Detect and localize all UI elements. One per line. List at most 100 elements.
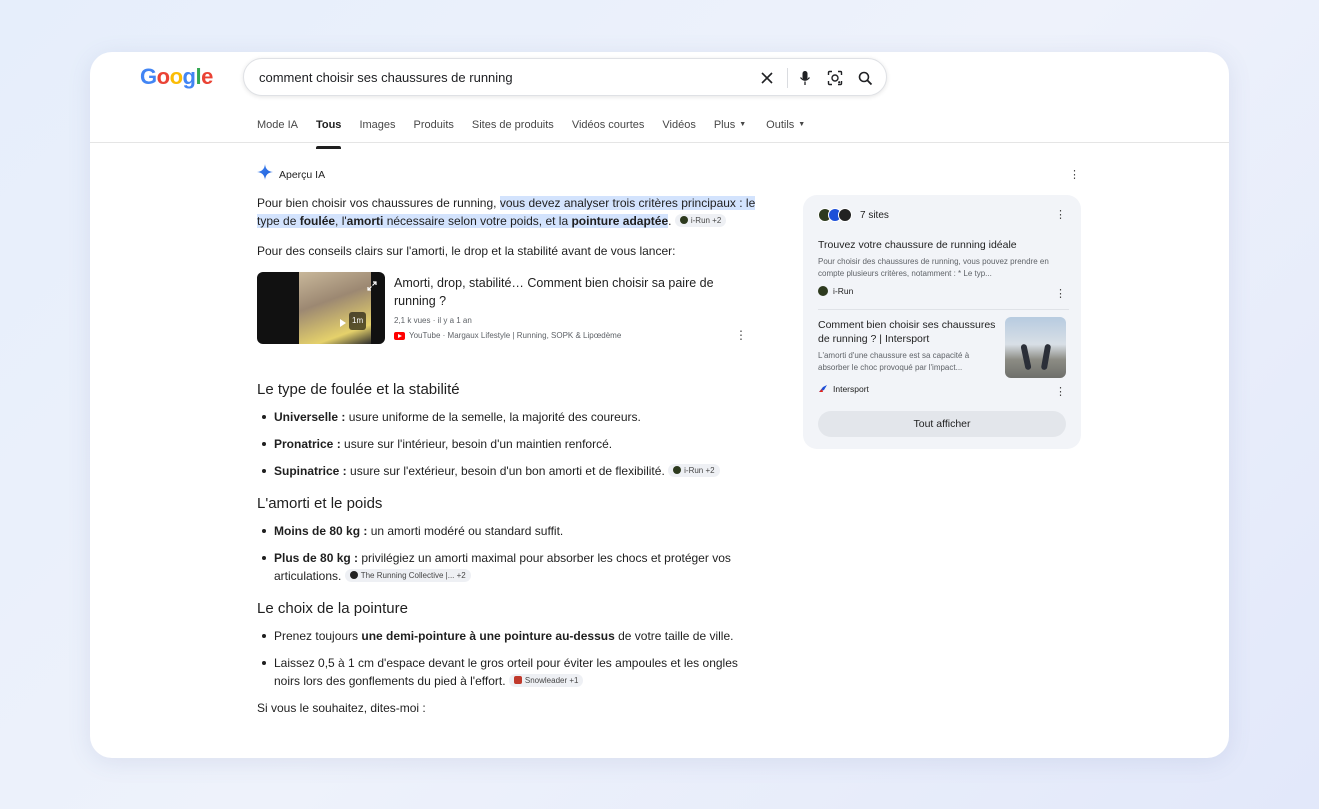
source-chip[interactable]: i-Run +2 [674, 213, 727, 227]
video-duration: 1m [349, 312, 367, 330]
tab-videos-courtes[interactable]: Vidéos courtes [572, 119, 645, 143]
more-options-icon[interactable]: ⋮ [1069, 168, 1080, 181]
tab-mode-ia[interactable]: Mode IA [257, 119, 298, 143]
ai-overview-title: Aperçu IA [279, 169, 326, 181]
source-card-site: i-Run [818, 286, 1068, 296]
source-chip[interactable]: The Running Collective |... +2 [344, 568, 471, 582]
irun-favicon-icon [679, 216, 688, 224]
search-icon[interactable] [855, 68, 875, 88]
source-card-snippet: L'amorti d'une chaussure est sa capacité… [818, 351, 970, 372]
video-title[interactable]: Amorti, drop, stabilité… Comment bien ch… [394, 274, 734, 310]
more-options-icon[interactable]: ⋮ [735, 326, 747, 344]
tab-label: Plus [713, 119, 736, 131]
ai-overview-header: Aperçu IA [257, 164, 757, 186]
tab-outils[interactable]: Outils ▼ [766, 119, 805, 143]
ai-closing-text: Si vous le souhaitez, dites-moi : [257, 701, 426, 715]
tab-label: Outils [766, 119, 795, 131]
runner-figure [1040, 343, 1052, 371]
video-source: YouTube · Margaux Lifestyle | Running, S… [394, 327, 621, 345]
item-text: usure sur l'extérieur, besoin d'un bon a… [346, 464, 665, 478]
search-input[interactable]: comment choisir ses chaussures de runnin… [259, 70, 513, 85]
intro-bold: pointure adaptée [571, 214, 669, 228]
tab-tous[interactable]: Tous [315, 119, 342, 149]
more-options-icon[interactable]: ⋮ [1055, 385, 1066, 398]
tab-label: Produits [413, 119, 454, 131]
sources-count: 7 sites [860, 209, 889, 221]
tab-produits[interactable]: Produits [414, 119, 454, 143]
list-item: Universelle : usure uniforme de la semel… [257, 408, 757, 426]
running-collective-favicon-icon [838, 208, 852, 222]
item-text: Laissez 0,5 à 1 cm d'espace devant le gr… [274, 656, 738, 688]
source-card[interactable]: Comment bien choisir ses chaussures de r… [818, 318, 1002, 394]
ai-intro-paragraph: Pour bien choisir vos chaussures de runn… [257, 194, 757, 230]
source-chip[interactable]: Snowleader +1 [508, 673, 584, 687]
camera-lens-icon[interactable] [825, 68, 845, 88]
item-text: usure sur l'intérieur, besoin d'un maint… [340, 437, 613, 451]
logo-letter: G [140, 64, 157, 89]
search-tabs: Mode IA Tous Images Produits Sites de pr… [257, 119, 823, 149]
source-card-image[interactable] [1005, 317, 1066, 378]
list-item: Supinatrice : usure sur l'extérieur, bes… [257, 462, 757, 480]
intro-text: Pour bien choisir vos chaussures de runn… [257, 196, 500, 210]
item-text: Prenez toujours [274, 629, 362, 643]
youtube-icon [394, 332, 405, 340]
header-divider [90, 142, 1229, 143]
bullet-list: Moins de 80 kg : un amorti modéré ou sta… [257, 522, 757, 585]
ai-lead-paragraph: Pour des conseils clairs sur l'amorti, l… [257, 244, 676, 258]
sources-favicons [818, 208, 852, 222]
item-bold: Plus de 80 kg : [274, 551, 359, 565]
intro-text: , l' [335, 214, 347, 228]
browser-window: Google comment choisir ses chaussures de… [90, 52, 1229, 758]
sources-panel: 7 sites ⋮ Trouvez votre chaussure de run… [803, 195, 1081, 449]
video-source-label: YouTube · Margaux Lifestyle | Running, S… [409, 331, 622, 340]
source-chip[interactable]: i-Run +2 [668, 463, 720, 477]
more-options-icon[interactable]: ⋮ [1055, 208, 1066, 221]
chip-label: i-Run +2 [690, 215, 722, 225]
tab-images[interactable]: Images [359, 119, 395, 143]
chip-label: The Running Collective |... +2 [360, 570, 466, 580]
expand-icon [367, 278, 377, 296]
video-thumbnail-image [299, 272, 371, 344]
running-collective-favicon-icon [349, 571, 358, 579]
tab-label: Mode IA [257, 119, 298, 131]
item-text: de votre taille de ville. [614, 629, 734, 643]
item-bold: Moins de 80 kg : [274, 524, 368, 538]
chip-label: Snowleader +1 [524, 675, 579, 685]
list-item: Pronatrice : usure sur l'intérieur, beso… [257, 435, 757, 453]
source-card[interactable]: Trouvez votre chaussure de running idéal… [818, 238, 1068, 296]
tab-sites-de-produits[interactable]: Sites de produits [472, 119, 554, 143]
video-thumbnail[interactable]: 1m [257, 272, 385, 344]
play-icon [339, 314, 347, 332]
intro-text: nécessaire selon votre poids, et la [383, 214, 572, 228]
search-divider [787, 68, 788, 88]
close-icon[interactable] [757, 68, 777, 88]
snowleader-favicon-icon [513, 676, 522, 684]
chip-label: i-Run +2 [684, 465, 715, 475]
caret-down-icon: ▼ [739, 121, 747, 128]
ai-overview: Aperçu IA Pour bien choisir vos chaussur… [257, 164, 757, 717]
list-item: Plus de 80 kg : privilégiez un amorti ma… [257, 549, 757, 585]
search-box[interactable]: comment choisir ses chaussures de runnin… [243, 58, 887, 96]
section-heading: Le type de foulée et la stabilité [257, 381, 460, 398]
source-card-snippet: Pour choisir des chaussures de running, … [818, 257, 1049, 278]
caret-down-icon: ▼ [798, 121, 806, 128]
source-card-site: Intersport [818, 384, 1002, 394]
google-logo[interactable]: Google [140, 64, 213, 90]
tab-plus[interactable]: Plus ▼ [714, 119, 746, 143]
sources-header[interactable]: 7 sites [818, 208, 889, 222]
item-bold: Universelle : [274, 410, 346, 424]
bullet-list: Prenez toujours une demi-pointure à une … [257, 627, 757, 690]
microphone-icon[interactable] [795, 68, 815, 88]
source-card-title[interactable]: Comment bien choisir ses chaussures de r… [818, 318, 1002, 346]
show-all-button[interactable]: Tout afficher [818, 411, 1066, 437]
source-site-label: i-Run [833, 286, 854, 296]
video-result[interactable]: 1m Amorti, drop, stabilité… Comment bien… [257, 272, 757, 344]
tab-label: Images [359, 119, 396, 131]
list-item: Moins de 80 kg : un amorti modéré ou sta… [257, 522, 757, 540]
source-card-title[interactable]: Trouvez votre chaussure de running idéal… [818, 238, 1068, 252]
tab-videos[interactable]: Vidéos [662, 119, 695, 143]
intro-bold: amorti [346, 214, 384, 228]
sparkle-icon [257, 164, 273, 186]
more-options-icon[interactable]: ⋮ [1055, 287, 1066, 300]
tab-label: Vidéos [662, 119, 696, 131]
